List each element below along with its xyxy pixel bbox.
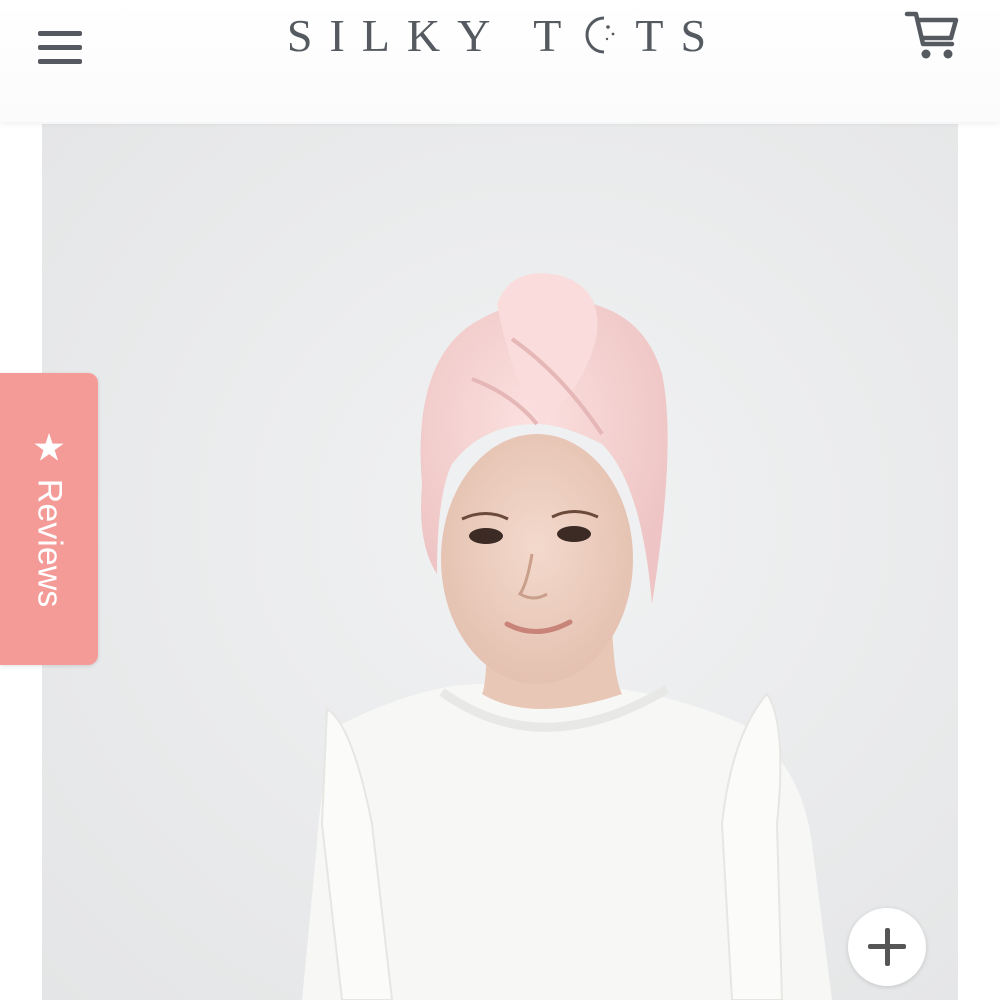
star-icon: ★ bbox=[31, 427, 67, 470]
cart-button[interactable] bbox=[904, 8, 962, 64]
product-image[interactable] bbox=[42, 124, 958, 1000]
moon-stars-icon bbox=[585, 16, 615, 54]
site-header: SILKY T TS bbox=[0, 0, 1000, 122]
menu-button[interactable] bbox=[36, 28, 86, 70]
brand-logo-text-start: SILKY T bbox=[286, 10, 579, 61]
brand-logo[interactable]: SILKY T TS bbox=[270, 8, 740, 64]
brand-logo-text-end: TS bbox=[635, 10, 724, 61]
product-photo-girl-hair-towel bbox=[302, 273, 832, 1000]
reviews-label: Reviews bbox=[30, 478, 69, 608]
reviews-tab[interactable]: ★ Reviews bbox=[0, 373, 98, 665]
zoom-button[interactable] bbox=[848, 908, 926, 986]
shopping-cart-icon bbox=[904, 11, 959, 59]
